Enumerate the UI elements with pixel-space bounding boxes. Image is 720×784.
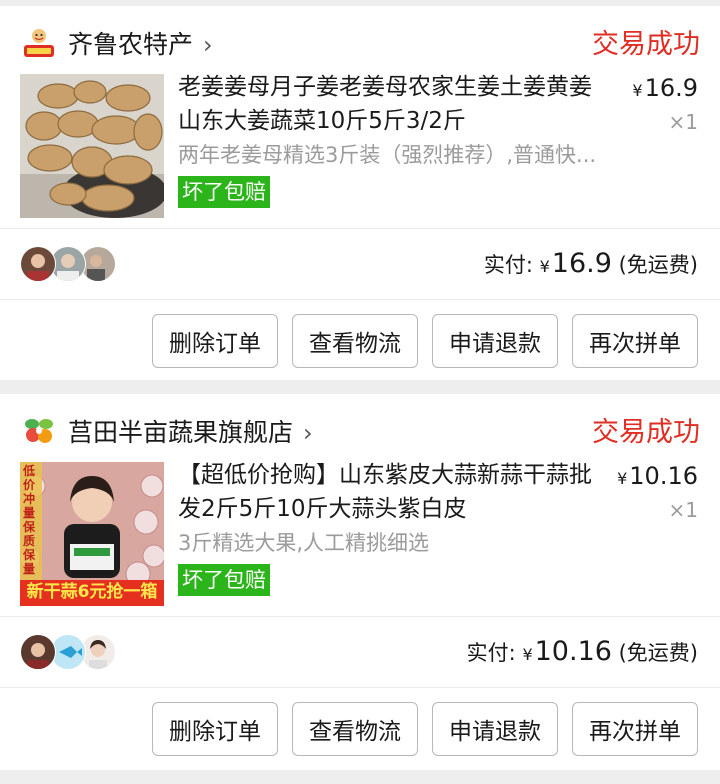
paid-label: 实付:: [483, 253, 533, 277]
product-title[interactable]: 老姜姜母月子姜老姜母农家生姜土姜黄姜山东大姜蔬菜10斤5斤3/2斤: [178, 70, 608, 138]
image-caption-top: 低价冲量保质保量: [22, 464, 35, 576]
product-image[interactable]: [20, 74, 164, 218]
order-card: 莒田半亩蔬果旗舰店 › 交易成功 低价冲量保质保量 新干蒜6元抢一箱 【超低价抢…: [0, 394, 720, 770]
product-price: ¥10.16: [617, 460, 698, 495]
view-logistics-button[interactable]: 查看物流: [292, 702, 418, 756]
shop-logo: [20, 24, 58, 62]
product-item[interactable]: 老姜姜母月子姜老姜母农家生姜土姜黄姜山东大姜蔬菜10斤5斤3/2斤 两年老姜母精…: [0, 66, 720, 228]
delete-order-button[interactable]: 删除订单: [152, 314, 278, 368]
price-value: 10.16: [629, 462, 698, 490]
product-title[interactable]: 【超低价抢购】山东紫皮大蒜新蒜干蒜批发2斤5斤10斤大蒜头紫白皮: [178, 458, 608, 526]
guarantee-badge: 坏了包赔: [178, 564, 270, 596]
product-item[interactable]: 低价冲量保质保量 新干蒜6元抢一箱 【超低价抢购】山东紫皮大蒜新蒜干蒜批发2斤5…: [0, 454, 720, 616]
shop-header[interactable]: 莒田半亩蔬果旗舰店 › 交易成功: [0, 394, 720, 454]
view-logistics-button[interactable]: 查看物流: [292, 314, 418, 368]
delete-order-button[interactable]: 删除订单: [152, 702, 278, 756]
chevron-right-icon: ›: [303, 419, 313, 447]
shop-name[interactable]: 莒田半亩蔬果旗舰店 ›: [68, 416, 313, 450]
product-spec: 3斤精选大果,人工精挑细选: [178, 531, 430, 555]
amount-paid: 实付: ¥10.16 (免运费): [467, 635, 698, 672]
avatar: [20, 246, 56, 282]
shop-logo: [20, 412, 58, 450]
paid-amount: 16.9: [551, 248, 612, 279]
product-quantity: ×1: [668, 498, 698, 522]
reorder-button[interactable]: 再次拼单: [572, 314, 698, 368]
order-card: 齐鲁农特产 › 交易成功 老姜姜母月子姜老姜母农家生姜土姜黄姜山东大姜蔬菜10斤…: [0, 6, 720, 380]
image-caption-bottom: 新干蒜6元抢一箱: [26, 582, 158, 602]
price-value: 16.9: [644, 74, 698, 102]
currency-symbol: ¥: [632, 81, 643, 100]
order-actions: 删除订单 查看物流 申请退款 再次拼单: [0, 688, 720, 770]
product-image[interactable]: 低价冲量保质保量 新干蒜6元抢一箱: [20, 462, 164, 606]
avatar: [20, 634, 56, 670]
product-price: ¥16.9: [632, 72, 698, 107]
shop-header[interactable]: 齐鲁农特产 › 交易成功: [0, 6, 720, 66]
payment-summary: 实付: ¥16.9 (免运费): [0, 229, 720, 299]
amount-paid: 实付: ¥16.9 (免运费): [484, 247, 698, 284]
shipping-note: (免运费): [618, 253, 698, 277]
paid-label: 实付:: [466, 641, 516, 665]
currency-symbol: ¥: [522, 645, 533, 664]
payment-summary: 实付: ¥10.16 (免运费): [0, 617, 720, 687]
product-quantity: ×1: [668, 110, 698, 134]
chevron-right-icon: ›: [203, 31, 213, 59]
reorder-button[interactable]: 再次拼单: [572, 702, 698, 756]
currency-symbol: ¥: [617, 469, 628, 488]
shop-name[interactable]: 齐鲁农特产 ›: [68, 28, 213, 62]
currency-symbol: ¥: [539, 257, 550, 276]
order-actions: 删除订单 查看物流 申请退款 再次拼单: [0, 300, 720, 382]
request-refund-button[interactable]: 申请退款: [432, 702, 558, 756]
product-spec: 两年老姜母精选3斤装（强烈推荐）,普通快...: [178, 143, 597, 167]
shipping-note: (免运费): [618, 641, 698, 665]
order-status: 交易成功: [592, 417, 700, 448]
paid-amount: 10.16: [534, 636, 612, 667]
guarantee-badge: 坏了包赔: [178, 176, 270, 208]
order-status: 交易成功: [592, 29, 700, 60]
request-refund-button[interactable]: 申请退款: [432, 314, 558, 368]
